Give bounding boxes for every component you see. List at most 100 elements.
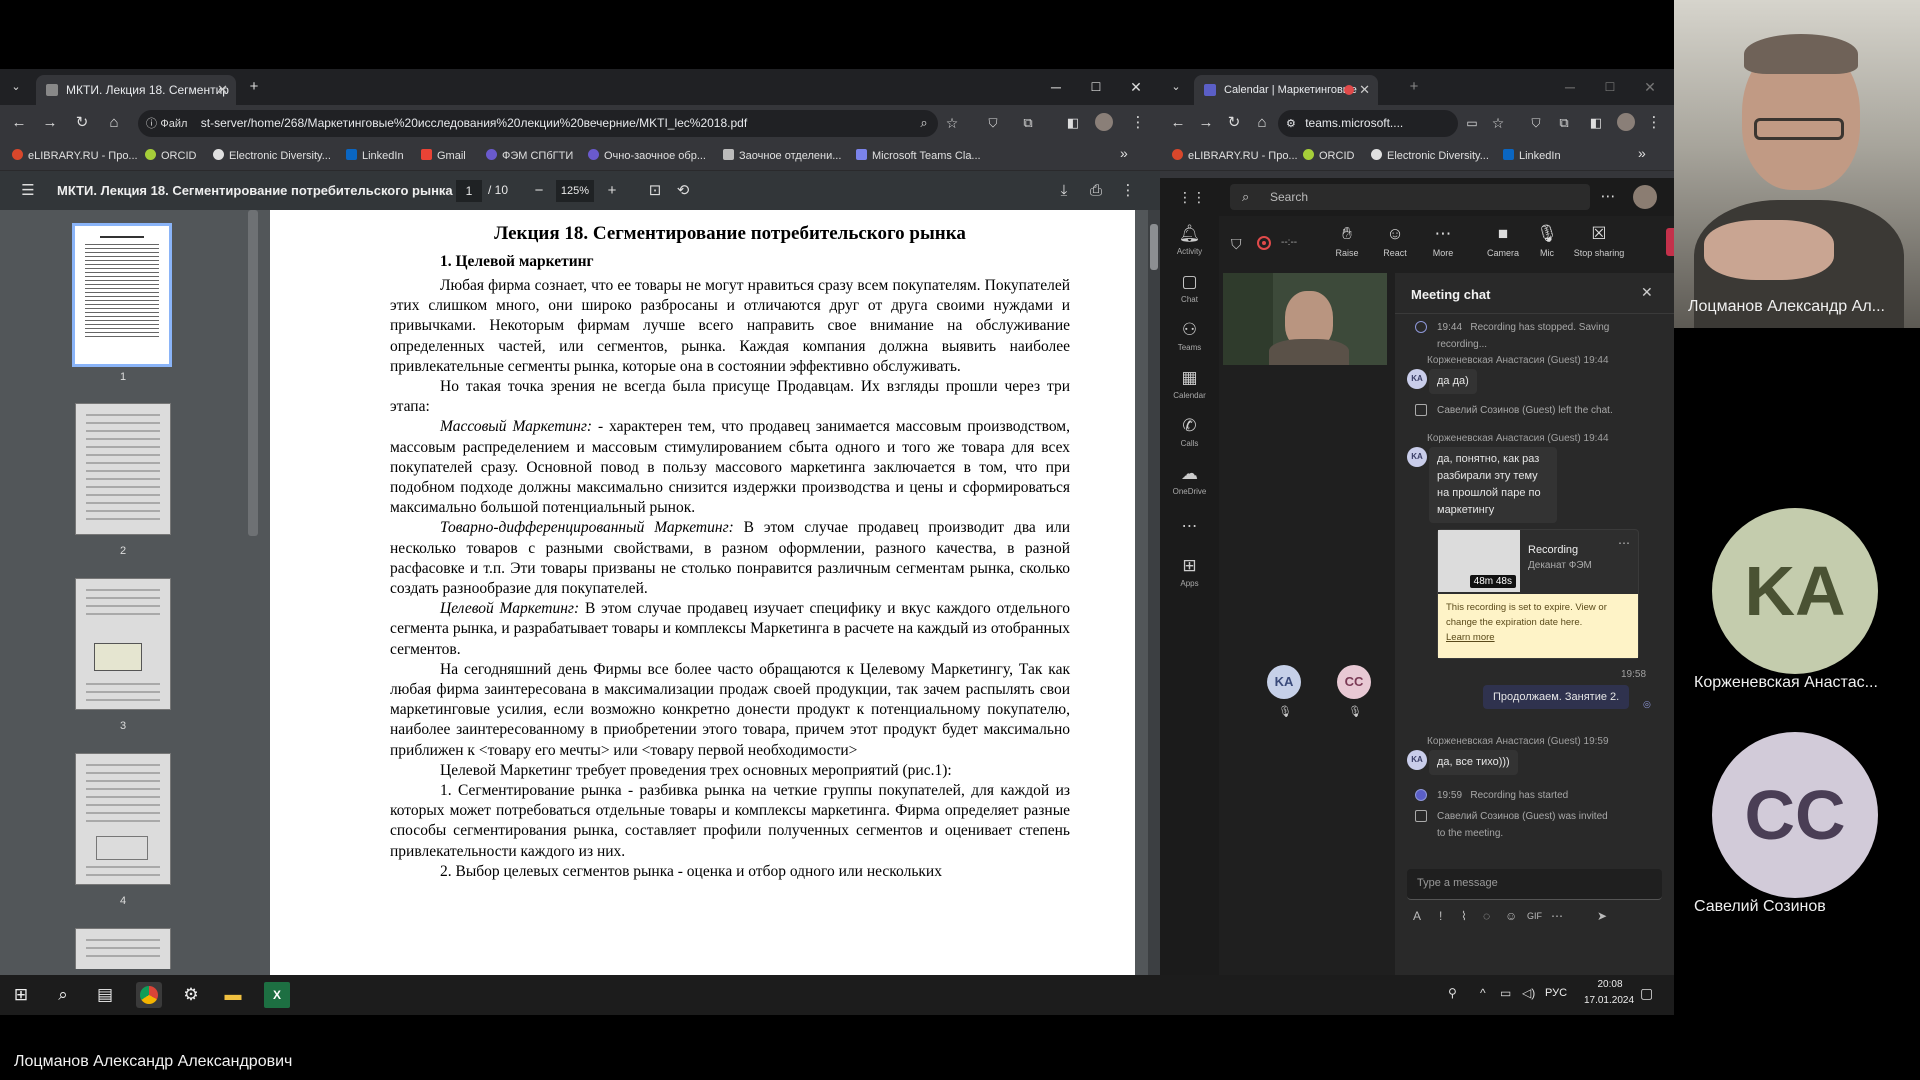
language-indicator[interactable]: РУС: [1545, 987, 1567, 999]
download-icon[interactable]: ⤓: [1054, 181, 1074, 201]
rail-onedrive[interactable]: ☁ OneDrive: [1160, 464, 1219, 496]
close-chat-icon[interactable]: ✕: [1641, 284, 1653, 301]
bookmark-zaochnoe[interactable]: Заочное отделени...: [723, 148, 841, 164]
thumbnail-page-1[interactable]: [72, 223, 172, 367]
clock-date[interactable]: 17.01.2024: [1574, 995, 1644, 1006]
emoji-icon[interactable]: ☺: [1505, 909, 1517, 923]
bookmark-star-icon[interactable]: ☆: [1488, 113, 1508, 133]
reload-icon[interactable]: ↻: [72, 113, 92, 133]
tab-search-icon[interactable]: ⌄: [1166, 77, 1186, 97]
bookmark-linkedin[interactable]: LinkedIn: [346, 148, 404, 164]
zoom-icon[interactable]: ⌕: [914, 113, 934, 133]
info-icon[interactable]: ⓘ: [146, 118, 157, 130]
zoom-out-icon[interactable]: −: [529, 181, 549, 201]
maximize-button[interactable]: ☐: [1076, 69, 1116, 105]
rail-apps[interactable]: ⊞ Apps: [1160, 556, 1219, 588]
minimize-button[interactable]: ─: [1550, 69, 1590, 105]
notifications-icon[interactable]: ▢: [1640, 985, 1653, 1002]
rail-calendar[interactable]: ▦ Calendar: [1160, 368, 1219, 400]
rail-calls[interactable]: ✆ Calls: [1160, 416, 1219, 448]
menu-icon[interactable]: ⋮: [1128, 113, 1148, 133]
teams-avatar[interactable]: [1633, 185, 1657, 209]
address-bar[interactable]: ⓘ Файл st-server/home/268/Маркетинговые%…: [138, 110, 938, 137]
bookmark-gmail[interactable]: Gmail: [421, 148, 466, 164]
tab-teams[interactable]: Calendar | Маркетинговые ✕: [1194, 75, 1378, 105]
thumbnail-scrollbar[interactable]: [248, 210, 258, 536]
menu-icon[interactable]: ⋮: [1644, 113, 1664, 133]
forward-icon[interactable]: →: [1196, 113, 1216, 133]
task-view-icon[interactable]: ▤: [92, 982, 118, 1008]
camera-button[interactable]: ■ Camera: [1481, 224, 1525, 258]
thumbnail-page-4[interactable]: [75, 753, 171, 885]
app-launcher-icon[interactable]: ⋮⋮: [1178, 187, 1206, 207]
network-icon[interactable]: ▭: [1500, 986, 1511, 1000]
cast-icon[interactable]: ▭: [1462, 113, 1482, 133]
tab-search-icon[interactable]: ⌄: [6, 77, 26, 97]
scroll-thumb[interactable]: [1150, 224, 1158, 270]
back-icon[interactable]: ←: [9, 113, 29, 133]
tray-chevron-icon[interactable]: ^: [1480, 986, 1486, 1000]
rotate-icon[interactable]: ⟲: [673, 181, 693, 201]
bookmark-fem[interactable]: ФЭМ СПбГТИ: [486, 148, 573, 164]
close-window-button[interactable]: ✕: [1630, 69, 1670, 105]
participant-avatar-cc[interactable]: CC: [1337, 665, 1371, 699]
start-icon[interactable]: ⊞: [8, 982, 34, 1008]
pdf-scrollbar[interactable]: [1148, 210, 1160, 975]
rail-more-icon[interactable]: ⋯: [1160, 516, 1219, 536]
shield-icon[interactable]: ⛉: [1526, 113, 1546, 133]
participant-avatar-ka[interactable]: KA: [1712, 508, 1878, 674]
bookmark-elibrary[interactable]: eLIBRARY.RU - Про...: [12, 148, 138, 164]
bookmarks-more-button[interactable]: »: [1120, 145, 1128, 161]
sidepanel-icon[interactable]: ◧: [1063, 113, 1083, 133]
sidepanel-icon[interactable]: ◧: [1586, 113, 1606, 133]
important-icon[interactable]: !: [1439, 909, 1442, 923]
close-tab-icon[interactable]: ✕: [1359, 75, 1370, 105]
address-bar[interactable]: ⚙ teams.microsoft....: [1278, 110, 1458, 137]
forward-icon[interactable]: →: [40, 113, 60, 133]
raise-hand-button[interactable]: ✋︎ Raise: [1325, 224, 1369, 258]
bookmark-orcid[interactable]: ORCID: [145, 148, 196, 164]
bookmark-linkedin[interactable]: LinkedIn: [1503, 148, 1561, 164]
rail-activity[interactable]: 🔔︎ Activity: [1160, 224, 1219, 256]
profile-avatar[interactable]: [1094, 113, 1114, 133]
participant-avatar-cc[interactable]: CC: [1712, 732, 1878, 898]
search-box[interactable]: ⌕ Search: [1230, 184, 1590, 210]
clock-time[interactable]: 20:08: [1588, 979, 1632, 990]
home-icon[interactable]: ⌂: [104, 113, 124, 133]
send-icon[interactable]: ➤: [1597, 909, 1607, 923]
new-tab-button[interactable]: +: [244, 77, 264, 97]
rail-teams[interactable]: ⚇ Teams: [1160, 320, 1219, 352]
more-button[interactable]: ⋯ More: [1421, 224, 1465, 258]
bookmark-star-icon[interactable]: ☆: [942, 113, 962, 133]
rail-chat[interactable]: ▢ Chat: [1160, 272, 1219, 304]
zoom-in-icon[interactable]: +: [602, 181, 622, 201]
teams-more-icon[interactable]: ⋯: [1598, 187, 1618, 207]
learn-more-link[interactable]: Learn more: [1446, 632, 1495, 643]
excel-icon[interactable]: X: [264, 982, 290, 1008]
maximize-button[interactable]: ☐: [1590, 69, 1630, 105]
recording-thumbnail[interactable]: 48m 48s: [1438, 530, 1520, 592]
bookmark-orcid[interactable]: ORCID: [1303, 148, 1354, 164]
gif-icon[interactable]: GIF: [1527, 911, 1542, 921]
fit-page-icon[interactable]: ⊡: [645, 181, 665, 201]
loop-icon[interactable]: ◌: [1483, 909, 1490, 923]
compose-more-icon[interactable]: ⋯: [1551, 909, 1563, 923]
shield-icon[interactable]: ⛉: [983, 113, 1003, 133]
recording-card[interactable]: 48m 48s Recording Деканат ФЭМ ⋯ This rec…: [1437, 529, 1639, 659]
react-button[interactable]: ☺ React: [1373, 224, 1417, 258]
thumbnail-page-2[interactable]: [75, 403, 171, 535]
thumbnail-page-3[interactable]: [75, 578, 171, 710]
thumbnail-page-5[interactable]: [75, 928, 171, 969]
bookmark-electronic-diversity[interactable]: Electronic Diversity...: [213, 148, 331, 164]
search-icon[interactable]: ⌕: [50, 982, 76, 1008]
bookmarks-more-button[interactable]: »: [1638, 145, 1646, 161]
new-tab-button[interactable]: +: [1404, 77, 1424, 97]
mic-button[interactable]: 🎙︎ Mic: [1525, 224, 1569, 258]
app-taskbar-icon[interactable]: ⚙: [178, 982, 204, 1008]
file-explorer-icon[interactable]: ▬: [220, 982, 246, 1008]
extensions-icon[interactable]: ⧉: [1554, 113, 1574, 133]
leave-button[interactable]: [1666, 228, 1674, 256]
tab-pdf[interactable]: МКТИ. Лекция 18. Сегментир ✕: [36, 75, 236, 105]
bookmark-ochno-zaochnoe[interactable]: Очно-заочное обр...: [588, 148, 706, 164]
close-window-button[interactable]: ✕: [1116, 69, 1156, 105]
